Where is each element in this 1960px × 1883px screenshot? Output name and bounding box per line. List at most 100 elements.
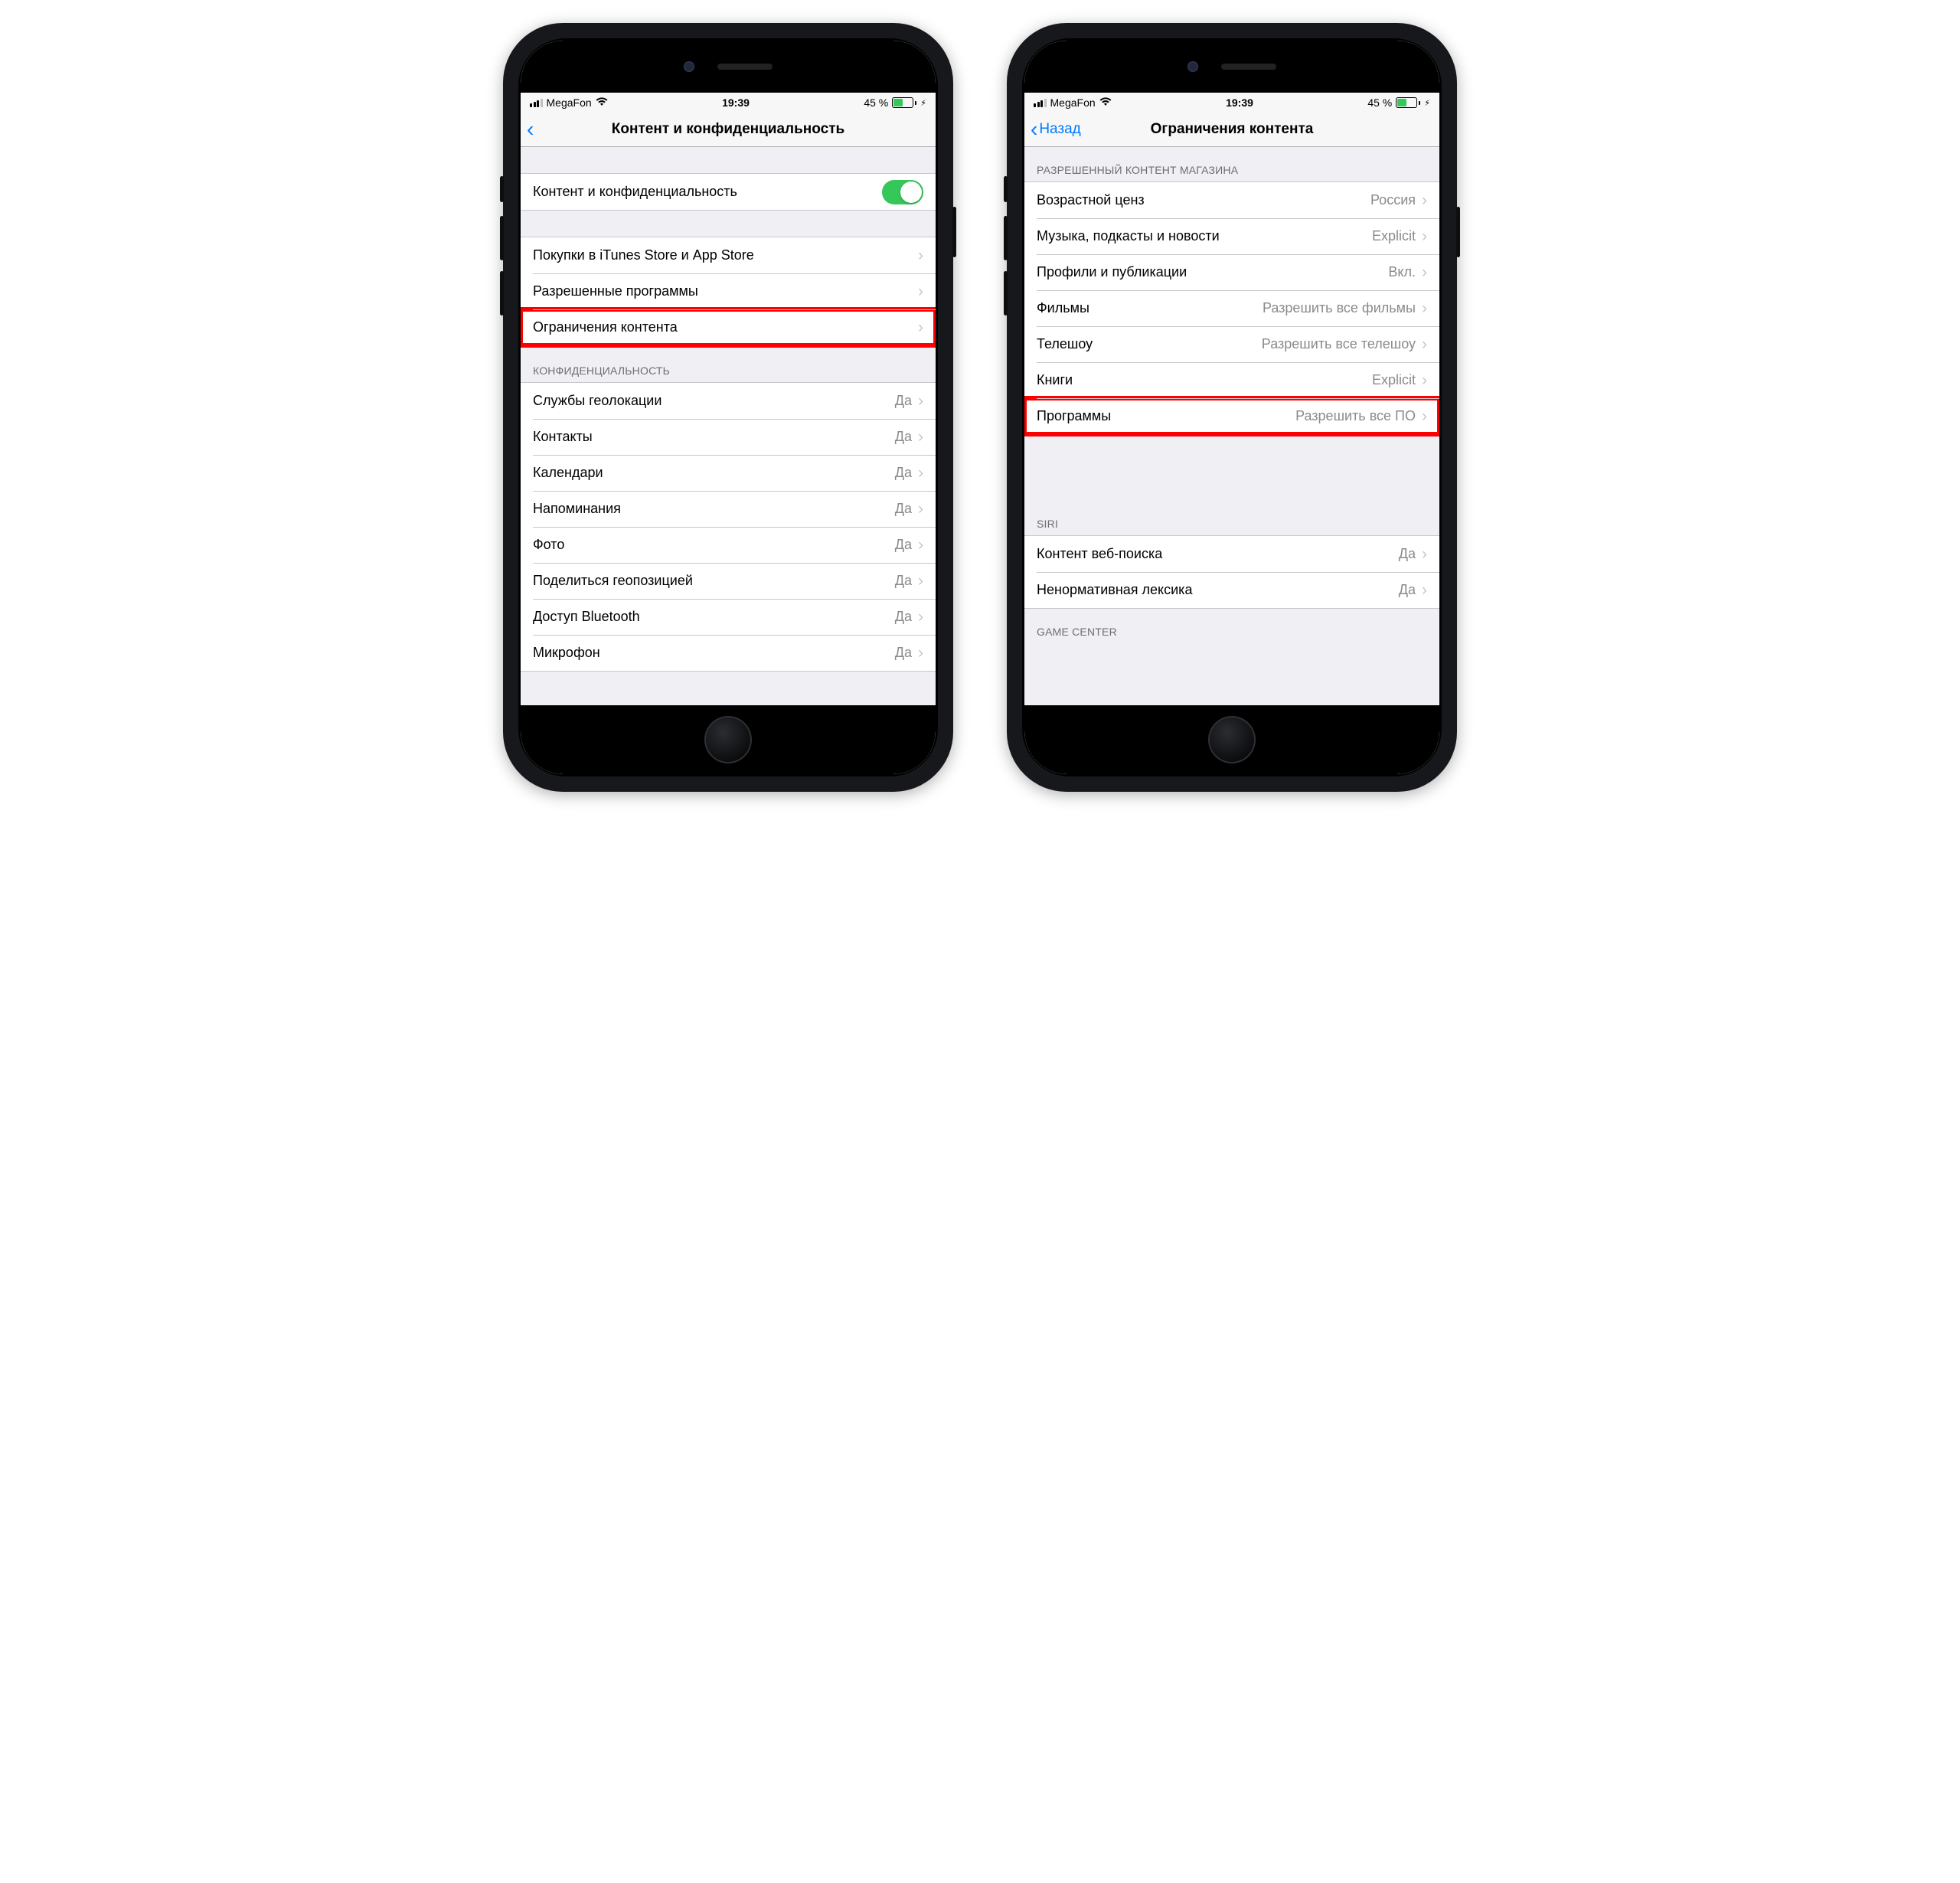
settings-row[interactable]: Покупки в iTunes Store и App Store›	[521, 237, 936, 273]
privacy-row[interactable]: МикрофонДа›	[521, 635, 936, 671]
settings-row[interactable]: Разрешенные программы›	[521, 273, 936, 309]
store-row[interactable]: ПрограммыРазрешить все ПО ›	[1024, 398, 1439, 434]
settings-row[interactable]: Ограничения контента›	[521, 309, 936, 345]
signal-icon	[530, 99, 543, 107]
home-button[interactable]	[704, 716, 752, 763]
chevron-right-icon: ›	[918, 501, 923, 517]
carrier-label: MegaFon	[547, 96, 592, 109]
store-row[interactable]: ТелешоуРазрешить все телешоу ›	[1024, 326, 1439, 362]
toggle-row-content-privacy[interactable]: Контент и конфиденциальность	[521, 174, 936, 210]
row-label: Разрешенные программы	[533, 283, 918, 299]
row-label: Телешоу	[1037, 336, 1262, 352]
battery-percent: 45 %	[864, 96, 888, 109]
phone-right: MegaFon 19:39 45 % ⚡︎ ‹Назад Ограничения…	[1007, 23, 1457, 792]
back-button[interactable]: ‹	[521, 119, 534, 140]
chevron-right-icon: ›	[1422, 264, 1427, 280]
row-label: Календари	[533, 465, 895, 481]
status-bar: MegaFon 19:39 45 % ⚡︎	[1024, 93, 1439, 113]
chevron-right-icon: ›	[1422, 300, 1427, 316]
row-value: Да	[895, 429, 912, 445]
row-label: Ограничения контента	[533, 319, 918, 335]
chevron-right-icon: ›	[918, 609, 923, 625]
page-title: Ограничения контента	[1024, 121, 1439, 138]
clock: 19:39	[722, 96, 750, 109]
row-value: Разрешить все фильмы	[1263, 300, 1416, 316]
wifi-icon	[596, 96, 608, 109]
phone-left: MegaFon 19:39 45 % ⚡︎ ‹ Контент и конфид…	[503, 23, 953, 792]
charging-icon: ⚡︎	[920, 98, 926, 108]
row-label: Книги	[1037, 372, 1372, 388]
row-label: Музыка, подкасты и новости	[1037, 228, 1372, 244]
row-value: Да	[895, 501, 912, 517]
chevron-left-icon: ‹	[527, 119, 534, 140]
siri-row[interactable]: Контент веб-поискаДа ›	[1024, 536, 1439, 572]
row-value: Да	[895, 465, 912, 481]
row-label: Фото	[533, 537, 895, 553]
row-label: Программы	[1037, 408, 1295, 424]
privacy-row[interactable]: Доступ BluetoothДа ›	[521, 599, 936, 635]
privacy-row[interactable]: Поделиться геопозициейДа ›	[521, 563, 936, 599]
row-value: Да	[895, 573, 912, 589]
section-header-siri: SIRI	[1024, 512, 1439, 535]
section-header-store: РАЗРЕШЕННЫЙ КОНТЕНТ МАГАЗИНА	[1024, 147, 1439, 181]
store-row[interactable]: КнигиExplicit ›	[1024, 362, 1439, 398]
row-label: Службы геолокации	[533, 393, 895, 409]
row-value: Да	[895, 393, 912, 409]
privacy-row[interactable]: НапоминанияДа›	[521, 491, 936, 527]
row-value: Да	[1399, 546, 1416, 562]
switch-on[interactable]	[882, 180, 923, 204]
chevron-right-icon: ›	[1422, 372, 1427, 388]
carrier-label: MegaFon	[1050, 96, 1096, 109]
chevron-right-icon: ›	[1422, 582, 1427, 598]
privacy-row[interactable]: КонтактыДа›	[521, 419, 936, 455]
store-row[interactable]: Музыка, подкасты и новостиExplicit›	[1024, 218, 1439, 254]
chevron-right-icon: ›	[918, 247, 923, 263]
row-label: Ненормативная лексика	[1037, 582, 1399, 598]
chevron-right-icon: ›	[918, 465, 923, 481]
page-title: Контент и конфиденциальность	[521, 121, 936, 138]
row-label: Возрастной ценз	[1037, 192, 1370, 208]
battery-percent: 45 %	[1367, 96, 1392, 109]
siri-row[interactable]: Ненормативная лексикаДа ›	[1024, 572, 1439, 608]
chevron-right-icon: ›	[918, 645, 923, 661]
chevron-right-icon: ›	[1422, 408, 1427, 424]
wifi-icon	[1099, 96, 1112, 109]
home-button[interactable]	[1208, 716, 1256, 763]
chevron-right-icon: ›	[1422, 228, 1427, 244]
row-value: Explicit	[1372, 372, 1416, 388]
row-label: Контент и конфиденциальность	[533, 184, 882, 200]
row-label: Доступ Bluetooth	[533, 609, 895, 625]
privacy-row[interactable]: ФотоДа ›	[521, 527, 936, 563]
row-value: Россия	[1370, 192, 1416, 208]
store-row[interactable]: Профили и публикацииВкл.›	[1024, 254, 1439, 290]
chevron-right-icon: ›	[1422, 336, 1427, 352]
row-value: Разрешить все ПО	[1295, 408, 1416, 424]
signal-icon	[1034, 99, 1047, 107]
chevron-right-icon: ›	[918, 393, 923, 409]
nav-bar: ‹ Контент и конфиденциальность	[521, 113, 936, 147]
battery-icon	[1396, 97, 1420, 108]
privacy-row[interactable]: Службы геолокацииДа ›	[521, 383, 936, 419]
store-row[interactable]: ФильмыРазрешить все фильмы›	[1024, 290, 1439, 326]
chevron-right-icon: ›	[1422, 546, 1427, 562]
nav-bar: ‹Назад Ограничения контента	[1024, 113, 1439, 147]
chevron-right-icon: ›	[918, 573, 923, 589]
chevron-right-icon: ›	[918, 319, 923, 335]
chevron-right-icon: ›	[918, 283, 923, 299]
store-row[interactable]: Возрастной цензРоссия ›	[1024, 182, 1439, 218]
row-value: Да	[895, 537, 912, 553]
section-header-privacy: КОНФИДЕНЦИАЛЬНОСТЬ	[521, 346, 936, 382]
status-bar: MegaFon 19:39 45 % ⚡︎	[521, 93, 936, 113]
row-value: Да	[1399, 582, 1416, 598]
row-value: Вкл.	[1388, 264, 1416, 280]
chevron-right-icon: ›	[918, 537, 923, 553]
privacy-row[interactable]: КалендариДа ›	[521, 455, 936, 491]
row-label: Микрофон	[533, 645, 895, 661]
row-label: Покупки в iTunes Store и App Store	[533, 247, 918, 263]
row-value: Да	[895, 609, 912, 625]
back-button[interactable]: ‹Назад	[1024, 119, 1081, 140]
row-value: Разрешить все телешоу	[1262, 336, 1416, 352]
row-label: Поделиться геопозицией	[533, 573, 895, 589]
row-label: Контент веб-поиска	[1037, 546, 1399, 562]
chevron-right-icon: ›	[1422, 192, 1427, 208]
